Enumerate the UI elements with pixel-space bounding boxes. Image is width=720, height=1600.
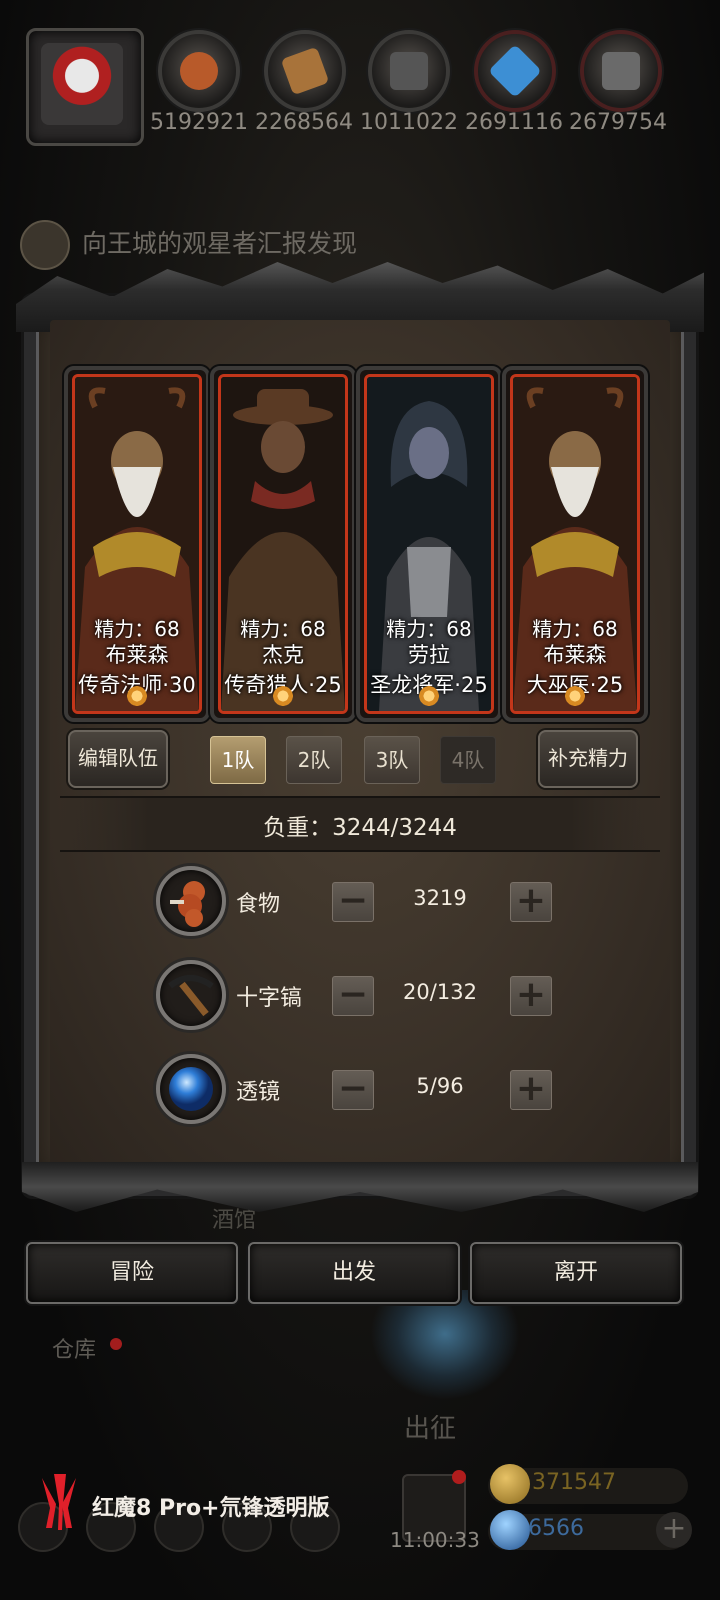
resource-iron[interactable] [368, 30, 450, 112]
rank-emblem-icon [269, 685, 297, 707]
resource-bar: 5192921 2268564 1011022 2691116 2679754 [0, 28, 720, 148]
supply-label: 透镜 [236, 1080, 281, 1105]
increase-button[interactable]: + [510, 976, 552, 1016]
hero-stamina: 精力：68 [94, 617, 180, 641]
hero-stamina: 精力：68 [240, 617, 326, 641]
resource-value-meat: 5192921 [150, 110, 248, 135]
quest-text: 向王城的观星者汇报发现 [82, 229, 358, 258]
decrease-button[interactable]: − [332, 1070, 374, 1110]
resource-wood[interactable] [264, 30, 346, 112]
player-avatar[interactable] [26, 28, 144, 146]
crystal-altar[interactable] [370, 1290, 520, 1400]
load-capacity-bar: 负重：3244/3244 [60, 796, 660, 852]
supply-row-food: 食物 − 3219 + [156, 866, 576, 938]
hero-card[interactable]: 精力：68 布莱森 大巫医·25 [502, 366, 648, 722]
supply-row-lens: 透镜 − 5/96 + [156, 1054, 576, 1126]
gem-icon [490, 1510, 530, 1550]
team-tab-4[interactable]: 4队 [440, 736, 496, 784]
resource-value-ore: 2679754 [569, 110, 667, 135]
supply-value: 5/96 [416, 1074, 464, 1098]
pickaxe-icon [156, 960, 226, 1030]
wood-icon [264, 30, 346, 112]
team-tab-1[interactable]: 1队 [210, 736, 266, 784]
rank-emblem-icon [123, 685, 151, 707]
ore-icon [580, 30, 662, 112]
notification-dot [452, 1470, 466, 1484]
warehouse-label[interactable]: 仓库 [52, 1332, 96, 1364]
hero-stamina: 精力：68 [532, 617, 618, 641]
resource-meat[interactable] [158, 30, 240, 112]
gold-coin-icon [490, 1464, 530, 1504]
avatar-image [41, 43, 123, 125]
resource-ore[interactable] [580, 30, 662, 112]
supply-value: 20/132 [403, 980, 477, 1004]
device-watermark: 红魔8 Pro+氘锋透明版 [92, 1496, 330, 1521]
crystal-icon [474, 30, 556, 112]
refill-stamina-button[interactable]: 补充精力 [538, 730, 638, 788]
increase-button[interactable]: + [510, 882, 552, 922]
supply-row-pickaxe: 十字镐 − 20/132 + [156, 960, 576, 1032]
add-gems-button[interactable]: + [656, 1512, 692, 1548]
resource-value-crystal: 2691116 [465, 110, 563, 135]
meat-icon [156, 866, 226, 936]
decrease-button[interactable]: − [332, 976, 374, 1016]
edit-team-button[interactable]: 编辑队伍 [68, 730, 168, 788]
iron-icon [368, 30, 450, 112]
rank-emblem-icon [415, 685, 443, 707]
supply-label: 食物 [236, 892, 281, 917]
hero-name: 杰克 [262, 643, 304, 667]
hero-name: 布莱森 [543, 643, 607, 667]
team-tab-3[interactable]: 3队 [364, 736, 420, 784]
meat-icon [158, 30, 240, 112]
resource-crystal[interactable] [474, 30, 556, 112]
leave-button[interactable]: 离开 [470, 1242, 682, 1304]
redmagic-logo-icon [42, 1474, 76, 1530]
hero-name: 劳拉 [408, 643, 450, 667]
dialog-frame-bottom [22, 1162, 698, 1212]
hero-stamina: 精力：68 [386, 617, 472, 641]
expedition-dialog: 精力：68 布莱森 传奇法师·30 精力：68 杰克 传奇猎人·25 [16, 262, 704, 1212]
gift-timer: 11:00:33 [390, 1528, 480, 1552]
team-tab-2[interactable]: 2队 [286, 736, 342, 784]
hero-card[interactable]: 精力：68 杰克 传奇猎人·25 [210, 366, 356, 722]
increase-button[interactable]: + [510, 1070, 552, 1110]
lens-icon [156, 1054, 226, 1124]
supply-label: 十字镐 [236, 986, 303, 1011]
hero-name: 布莱森 [105, 643, 169, 667]
decrease-button[interactable]: − [332, 882, 374, 922]
gold-value: 371547 [532, 1470, 616, 1495]
hero-card[interactable]: 精力：68 劳拉 圣龙将军·25 [356, 366, 502, 722]
adventure-button[interactable]: 冒险 [26, 1242, 238, 1304]
supply-value: 3219 [413, 886, 467, 910]
resource-value-iron: 1011022 [360, 110, 458, 135]
resource-value-wood: 2268564 [255, 110, 353, 135]
load-capacity-text: 负重：3244/3244 [263, 815, 457, 841]
rank-emblem-icon [561, 685, 589, 707]
notification-dot [110, 1338, 122, 1350]
hero-card[interactable]: 精力：68 布莱森 传奇法师·30 [64, 366, 210, 722]
gem-value: 6566 [528, 1516, 584, 1541]
depart-button[interactable]: 出发 [248, 1242, 460, 1304]
